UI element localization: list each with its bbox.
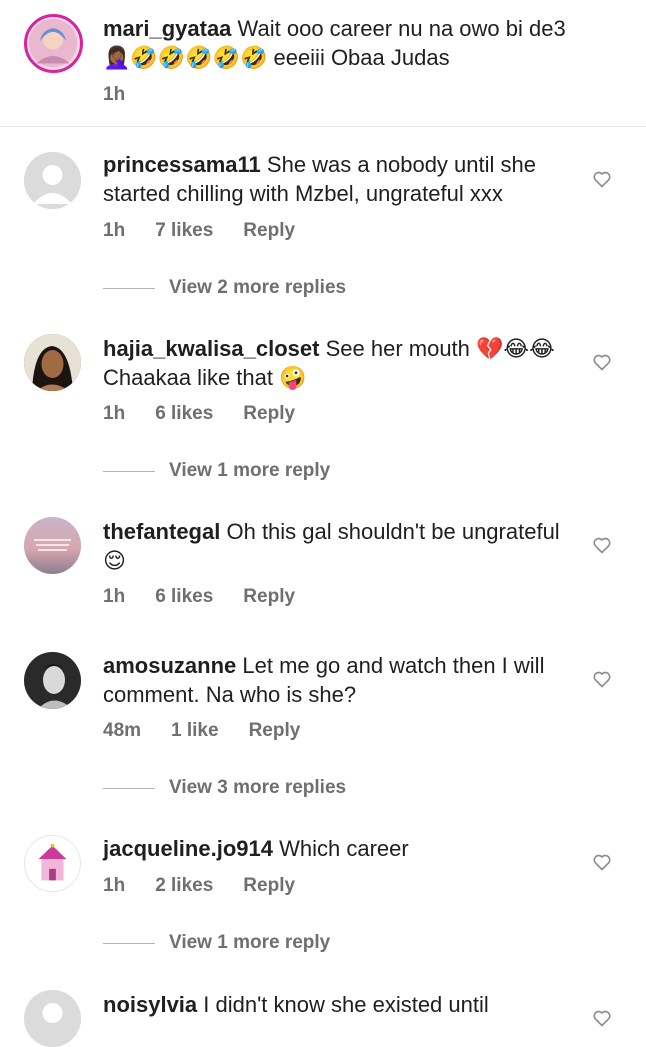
comment-meta: 1h: [103, 84, 125, 106]
comment-username[interactable]: noisylvia: [103, 992, 197, 1017]
heart-outline-icon[interactable]: [592, 535, 612, 555]
comment-time: 1h: [103, 586, 126, 607]
comment-text: amosuzanne Let me go and watch then I wi…: [103, 651, 581, 709]
divider-line: [103, 470, 155, 472]
comment-username[interactable]: princessama11: [103, 152, 261, 177]
avatar[interactable]: [24, 652, 81, 709]
comment-text: princessama11 She was a nobody until she…: [103, 150, 581, 208]
divider: [0, 126, 646, 127]
comment-time: 1h: [103, 875, 126, 896]
comment-username[interactable]: jacqueline.jo914: [103, 836, 273, 861]
comment-time: 48m: [103, 720, 142, 741]
avatar[interactable]: [24, 517, 81, 574]
view-replies-button[interactable]: View 1 more reply: [103, 932, 330, 954]
comment-meta: 1h 7 likes Reply: [103, 220, 295, 242]
comment-time: 1h: [103, 403, 126, 424]
view-replies-label: View 2 more replies: [169, 277, 347, 298]
heart-outline-icon[interactable]: [592, 1008, 612, 1028]
heart-outline-icon[interactable]: [592, 169, 612, 189]
like-count[interactable]: 1 like: [171, 720, 219, 742]
divider-line: [103, 787, 155, 789]
avatar[interactable]: [24, 152, 81, 209]
view-replies-label: View 3 more replies: [169, 777, 347, 798]
like-count[interactable]: 7 likes: [155, 220, 213, 242]
comment-meta: 1h 6 likes Reply: [103, 403, 295, 425]
reply-button[interactable]: Reply: [243, 875, 295, 897]
comment-text: thefantegal Oh this gal shouldn't be ung…: [103, 517, 581, 575]
comment-text: jacqueline.jo914 Which career: [103, 834, 581, 863]
comment-time: 1h: [103, 84, 126, 105]
comment-time: 1h: [103, 220, 126, 241]
avatar[interactable]: [24, 990, 81, 1047]
avatar[interactable]: [24, 334, 81, 391]
reply-button[interactable]: Reply: [243, 586, 295, 608]
heart-outline-icon[interactable]: [592, 669, 612, 689]
comment-meta: 1h 2 likes Reply: [103, 875, 295, 897]
comment-body: I didn't know she existed until: [203, 992, 489, 1017]
divider-line: [103, 287, 155, 289]
view-replies-button[interactable]: View 2 more replies: [103, 277, 346, 299]
divider-line: [103, 942, 155, 944]
like-count[interactable]: 2 likes: [155, 875, 213, 897]
heart-outline-icon[interactable]: [592, 852, 612, 872]
like-count[interactable]: 6 likes: [155, 586, 213, 608]
comment-meta: 1h 6 likes Reply: [103, 586, 295, 608]
comment-username[interactable]: mari_gyataa: [103, 16, 231, 41]
view-replies-button[interactable]: View 1 more reply: [103, 460, 330, 482]
view-replies-label: View 1 more reply: [169, 460, 331, 481]
avatar[interactable]: [24, 14, 83, 73]
reply-button[interactable]: Reply: [243, 403, 295, 425]
view-replies-label: View 1 more reply: [169, 932, 331, 953]
like-count[interactable]: 6 likes: [155, 403, 213, 425]
comment-username[interactable]: amosuzanne: [103, 653, 236, 678]
comment-body: Which career: [279, 836, 409, 861]
reply-button[interactable]: Reply: [243, 220, 295, 242]
reply-button[interactable]: Reply: [249, 720, 301, 742]
comment-text: noisylvia I didn't know she existed unti…: [103, 990, 581, 1019]
avatar[interactable]: [24, 835, 81, 892]
comment-username[interactable]: thefantegal: [103, 519, 220, 544]
heart-outline-icon[interactable]: [592, 352, 612, 372]
comment-text: hajia_kwalisa_closet See her mouth 💔😂😂Ch…: [103, 334, 581, 392]
comment-text: mari_gyataa Wait ooo career nu na owo bi…: [103, 14, 581, 72]
comment-meta: 48m 1 like Reply: [103, 720, 300, 742]
view-replies-button[interactable]: View 3 more replies: [103, 777, 346, 799]
comment-username[interactable]: hajia_kwalisa_closet: [103, 336, 319, 361]
